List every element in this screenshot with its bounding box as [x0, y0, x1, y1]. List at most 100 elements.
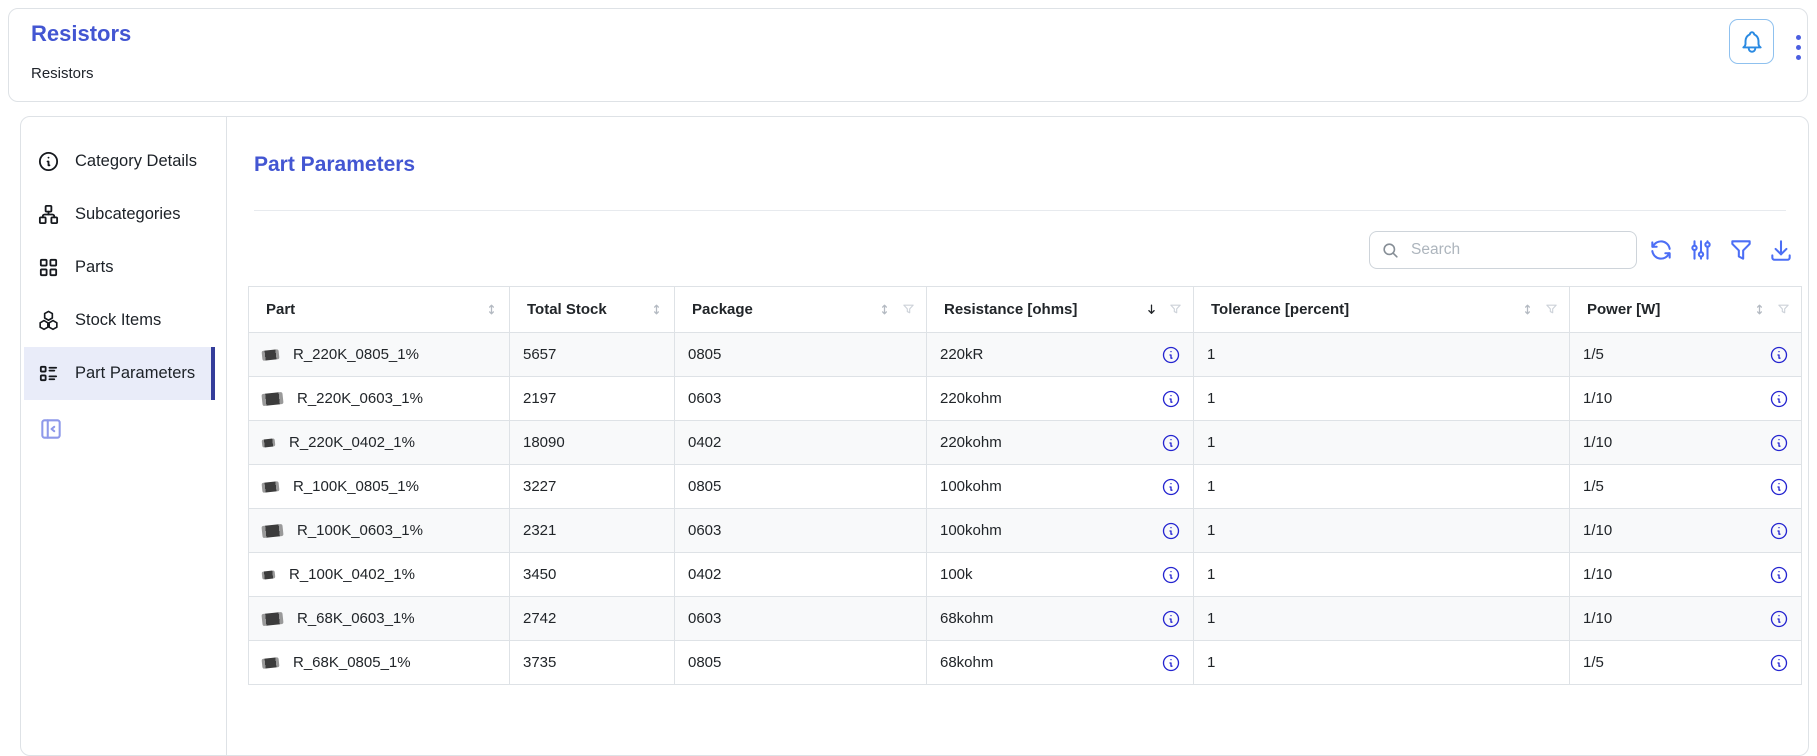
info-circle-icon[interactable]	[1769, 653, 1789, 673]
sidebar-item-label: Subcategories	[75, 205, 181, 224]
column-header: Package	[675, 287, 927, 333]
bell-icon	[1739, 29, 1765, 55]
part-thumbnail	[262, 570, 276, 579]
sidebar-item-category-details[interactable]: Category Details	[24, 135, 215, 188]
sort-toggle-icon[interactable]	[484, 302, 499, 317]
resistance-cell: 220kohm	[927, 421, 1194, 465]
part-name: R_220K_0805_1%	[293, 346, 419, 363]
info-circle-icon[interactable]	[1161, 345, 1181, 365]
sort-toggle-icon[interactable]	[877, 302, 892, 317]
kebab-menu-icon[interactable]	[1788, 27, 1808, 67]
title-divider	[254, 210, 1786, 211]
total-stock-cell: 3450	[510, 553, 675, 597]
info-circle-icon[interactable]	[1769, 565, 1789, 585]
table-row[interactable]: R_220K_0402_1%180900402220kohm11/10	[249, 421, 1802, 465]
column-header: Power [W]	[1570, 287, 1802, 333]
resistance-value: 68kohm	[940, 654, 993, 671]
part-cell: R_100K_0402_1%	[249, 553, 510, 597]
sidebar-collapse-icon[interactable]	[38, 416, 64, 442]
info-circle-icon[interactable]	[1161, 477, 1181, 497]
sidebar-item-parts[interactable]: Parts	[24, 241, 215, 294]
breadcrumb[interactable]: Resistors	[31, 65, 94, 82]
column-header: Total Stock	[510, 287, 675, 333]
info-circle-icon[interactable]	[1769, 345, 1789, 365]
column-header-label: Part	[266, 301, 295, 318]
page-header: Resistors Resistors	[8, 8, 1808, 102]
info-circle-icon	[37, 150, 60, 173]
info-circle-icon[interactable]	[1769, 477, 1789, 497]
resistance-value: 100kohm	[940, 522, 1002, 539]
column-filter-icon[interactable]	[901, 302, 916, 317]
total-stock-cell: 2197	[510, 377, 675, 421]
part-thumbnail	[262, 657, 280, 669]
power-value: 1/10	[1583, 434, 1612, 451]
part-parameters-table: PartTotal StockPackageResistance [ohms]T…	[248, 286, 1802, 685]
part-name: R_68K_0805_1%	[293, 654, 411, 671]
column-filter-icon[interactable]	[1544, 302, 1559, 317]
tolerance-cell: 1	[1194, 465, 1570, 509]
table-search	[1369, 231, 1637, 269]
tolerance-cell: 1	[1194, 553, 1570, 597]
part-thumbnail	[262, 438, 276, 447]
info-circle-icon[interactable]	[1161, 389, 1181, 409]
part-cell: R_100K_0805_1%	[249, 465, 510, 509]
info-circle-icon[interactable]	[1161, 609, 1181, 629]
part-cell: R_68K_0603_1%	[249, 597, 510, 641]
part-cell: R_220K_0603_1%	[249, 377, 510, 421]
sort-toggle-icon[interactable]	[649, 302, 664, 317]
info-circle-icon[interactable]	[1161, 521, 1181, 541]
resistance-value: 220kohm	[940, 390, 1002, 407]
packages-icon	[37, 309, 60, 332]
sidebar-item-part-parameters[interactable]: Part Parameters	[24, 347, 215, 400]
table-row[interactable]: R_100K_0805_1%32270805100kohm11/5	[249, 465, 1802, 509]
grid-icon	[37, 256, 60, 279]
info-circle-icon[interactable]	[1769, 389, 1789, 409]
info-circle-icon[interactable]	[1769, 521, 1789, 541]
sidebar-item-label: Parts	[75, 258, 114, 277]
part-cell: R_68K_0805_1%	[249, 641, 510, 685]
package-cell: 0805	[675, 641, 927, 685]
table-row[interactable]: R_220K_0805_1%56570805220kR11/5	[249, 333, 1802, 377]
column-header-label: Resistance [ohms]	[944, 301, 1077, 318]
table-row[interactable]: R_100K_0603_1%23210603100kohm11/10	[249, 509, 1802, 553]
notifications-button[interactable]	[1729, 19, 1774, 64]
resistance-cell: 220kohm	[927, 377, 1194, 421]
part-thumbnail	[261, 391, 283, 405]
table-row[interactable]: R_68K_0805_1%3735080568kohm11/5	[249, 641, 1802, 685]
part-thumbnail	[262, 481, 280, 493]
sidebar-item-stock-items[interactable]: Stock Items	[24, 294, 215, 347]
adjustments-icon[interactable]	[1688, 237, 1714, 263]
filter-icon[interactable]	[1728, 237, 1754, 263]
power-cell: 1/10	[1570, 421, 1802, 465]
info-circle-icon[interactable]	[1769, 609, 1789, 629]
column-header-label: Package	[692, 301, 753, 318]
category-panel: Category Details Subcategories Parts	[20, 116, 1809, 756]
download-icon[interactable]	[1768, 237, 1794, 263]
part-name: R_220K_0402_1%	[289, 434, 415, 451]
table-row[interactable]: R_68K_0603_1%2742060368kohm11/10	[249, 597, 1802, 641]
info-circle-icon[interactable]	[1161, 565, 1181, 585]
power-value: 1/10	[1583, 390, 1612, 407]
resistance-value: 68kohm	[940, 610, 993, 627]
tolerance-cell: 1	[1194, 597, 1570, 641]
part-name: R_68K_0603_1%	[297, 610, 415, 627]
power-value: 1/10	[1583, 522, 1612, 539]
table-row[interactable]: R_220K_0603_1%21970603220kohm11/10	[249, 377, 1802, 421]
sort-toggle-icon[interactable]	[1520, 302, 1535, 317]
resistance-value: 220kohm	[940, 434, 1002, 451]
refresh-icon[interactable]	[1648, 237, 1674, 263]
column-filter-icon[interactable]	[1776, 302, 1791, 317]
info-circle-icon[interactable]	[1161, 653, 1181, 673]
table-row[interactable]: R_100K_0402_1%34500402100k11/10	[249, 553, 1802, 597]
column-header-label: Total Stock	[527, 301, 607, 318]
tolerance-cell: 1	[1194, 377, 1570, 421]
sort-desc-icon[interactable]	[1144, 302, 1159, 317]
power-cell: 1/10	[1570, 553, 1802, 597]
info-circle-icon[interactable]	[1769, 433, 1789, 453]
search-input[interactable]	[1409, 240, 1625, 260]
total-stock-cell: 18090	[510, 421, 675, 465]
info-circle-icon[interactable]	[1161, 433, 1181, 453]
sort-toggle-icon[interactable]	[1752, 302, 1767, 317]
sidebar-item-subcategories[interactable]: Subcategories	[24, 188, 215, 241]
column-filter-icon[interactable]	[1168, 302, 1183, 317]
